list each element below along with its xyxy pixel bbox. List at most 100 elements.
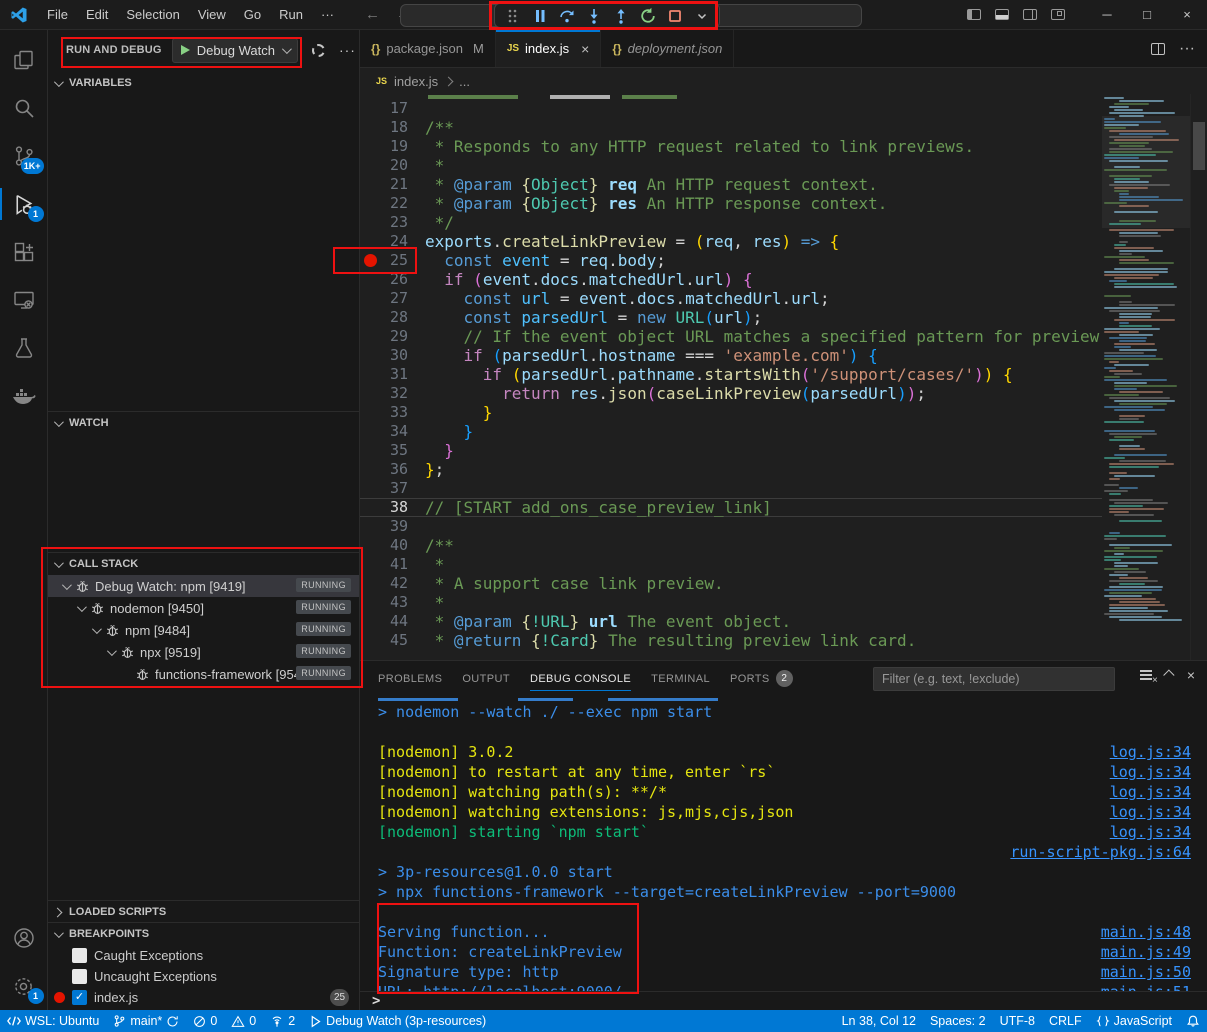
maximize-button[interactable]: □ bbox=[1127, 0, 1167, 30]
gutter[interactable]: 38 bbox=[360, 498, 425, 517]
tab-deployment-json[interactable]: {}deployment.json bbox=[601, 30, 734, 67]
launch-config-dropdown[interactable]: Debug Watch bbox=[172, 38, 298, 63]
status-0[interactable]: 0 bbox=[186, 1010, 224, 1032]
maximize-panel-icon[interactable] bbox=[1163, 669, 1174, 680]
gutter[interactable]: 18 bbox=[360, 118, 425, 137]
breakpoint-checkbox[interactable] bbox=[72, 969, 87, 984]
status-2[interactable]: 2 bbox=[263, 1010, 302, 1032]
activity-item-settings[interactable]: 1 bbox=[0, 962, 48, 1010]
close-tab-icon[interactable]: × bbox=[581, 41, 589, 57]
gutter[interactable]: 33 bbox=[360, 403, 425, 422]
panel-tab-problems[interactable]: PROBLEMS bbox=[378, 661, 442, 696]
breakpoint-row[interactable]: ✓index.js25 bbox=[48, 987, 359, 1008]
gutter[interactable]: 25 bbox=[360, 251, 425, 270]
activity-item-explorer[interactable] bbox=[0, 36, 48, 84]
tab-package-json[interactable]: {}package.jsonM bbox=[360, 30, 496, 67]
menu-view[interactable]: View bbox=[189, 0, 235, 30]
expand-chevron-icon[interactable] bbox=[107, 646, 117, 656]
breakpoints-section-header[interactable]: BREAKPOINTS bbox=[48, 923, 359, 945]
code-editor[interactable]: 1718/**19 * Responds to any HTTP request… bbox=[360, 94, 1207, 660]
panel-tab-debug-console[interactable]: DEBUG CONSOLE bbox=[530, 661, 631, 696]
gutter[interactable]: 20 bbox=[360, 156, 425, 175]
status-wsl-ubuntu[interactable]: WSL: Ubuntu bbox=[0, 1010, 106, 1032]
gutter[interactable]: 39 bbox=[360, 517, 425, 536]
gutter[interactable]: 37 bbox=[360, 479, 425, 498]
gutter[interactable]: 17 bbox=[360, 99, 425, 118]
step-out-icon[interactable] bbox=[607, 5, 634, 27]
panel-tab-output[interactable]: OUTPUT bbox=[462, 661, 510, 696]
gutter[interactable]: 36 bbox=[360, 460, 425, 479]
gutter[interactable]: 41 bbox=[360, 555, 425, 574]
activity-item-search[interactable] bbox=[0, 84, 48, 132]
editor-scrollbar[interactable] bbox=[1190, 94, 1207, 660]
status-utf-8[interactable]: UTF-8 bbox=[993, 1010, 1042, 1032]
minimize-button[interactable]: ─ bbox=[1087, 0, 1127, 30]
gear-icon[interactable] bbox=[312, 44, 325, 57]
more-actions-icon[interactable]: ··· bbox=[339, 42, 356, 58]
menu-run[interactable]: Run bbox=[270, 0, 312, 30]
toggle-panel-icon[interactable] bbox=[995, 9, 1009, 20]
scrollbar-thumb[interactable] bbox=[1193, 122, 1205, 170]
gutter[interactable]: 40 bbox=[360, 536, 425, 555]
source-link[interactable]: log.js:34 bbox=[1110, 762, 1207, 782]
call-stack-row[interactable]: functions-framework [954...RUNNING bbox=[48, 663, 359, 685]
minimap[interactable] bbox=[1102, 94, 1190, 660]
dropdown-icon[interactable] bbox=[688, 5, 715, 27]
source-link[interactable]: log.js:34 bbox=[1110, 802, 1207, 822]
gutter[interactable]: 42 bbox=[360, 574, 425, 593]
status-main[interactable]: main* bbox=[106, 1010, 186, 1032]
activity-item-extensions[interactable] bbox=[0, 228, 48, 276]
call-stack-row[interactable]: npx [9519]RUNNING bbox=[48, 641, 359, 663]
back-icon[interactable]: ← bbox=[357, 6, 388, 23]
status-javascript[interactable]: JavaScript bbox=[1089, 1010, 1179, 1032]
gutter[interactable]: 19 bbox=[360, 137, 425, 156]
gutter[interactable]: 43 bbox=[360, 593, 425, 612]
activity-item-testing[interactable] bbox=[0, 324, 48, 372]
split-editor-icon[interactable] bbox=[1151, 43, 1165, 55]
gutter[interactable]: 26 bbox=[360, 270, 425, 289]
customize-layout-icon[interactable] bbox=[1051, 9, 1065, 20]
toggle-sidebar-icon[interactable] bbox=[967, 9, 981, 20]
gutter[interactable]: 23 bbox=[360, 213, 425, 232]
call-stack-section-header[interactable]: CALL STACK bbox=[48, 553, 359, 575]
gutter[interactable]: 44 bbox=[360, 612, 425, 631]
toggle-secondary-sidebar-icon[interactable] bbox=[1023, 9, 1037, 20]
activity-item-source-control[interactable]: 1K+ bbox=[0, 132, 48, 180]
activity-item-accounts[interactable] bbox=[0, 914, 48, 962]
stop-icon[interactable] bbox=[661, 5, 688, 27]
expand-chevron-icon[interactable] bbox=[62, 580, 72, 590]
status-spaces-2[interactable]: Spaces: 2 bbox=[923, 1010, 993, 1032]
menu-[interactable]: ··· bbox=[312, 0, 343, 30]
gutter[interactable]: 27 bbox=[360, 289, 425, 308]
activity-item-run-and-debug[interactable]: 1 bbox=[0, 180, 48, 228]
call-stack-row[interactable]: nodemon [9450]RUNNING bbox=[48, 597, 359, 619]
gutter[interactable]: 34 bbox=[360, 422, 425, 441]
activity-item-remote-explorer[interactable] bbox=[0, 276, 48, 324]
tab-index-js[interactable]: JSindex.js× bbox=[496, 30, 602, 67]
source-link[interactable]: log.js:34 bbox=[1110, 822, 1207, 842]
gutter[interactable]: 28 bbox=[360, 308, 425, 327]
gutter[interactable]: 31 bbox=[360, 365, 425, 384]
step-over-icon[interactable] bbox=[553, 5, 580, 27]
breakpoint-checkbox[interactable]: ✓ bbox=[72, 990, 87, 1005]
breadcrumb[interactable]: JS index.js ... bbox=[360, 68, 1207, 94]
breakpoint-dot-icon[interactable] bbox=[364, 254, 377, 267]
expand-chevron-icon[interactable] bbox=[77, 602, 87, 612]
panel-tab-terminal[interactable]: TERMINAL bbox=[651, 661, 710, 696]
status-bell-icon[interactable] bbox=[1179, 1010, 1207, 1032]
close-button[interactable]: × bbox=[1167, 0, 1207, 30]
source-link[interactable]: run-script-pkg.js:64 bbox=[1010, 842, 1207, 862]
gutter[interactable]: 35 bbox=[360, 441, 425, 460]
start-debug-icon[interactable] bbox=[181, 45, 190, 55]
status-ln-38-col-12[interactable]: Ln 38, Col 12 bbox=[835, 1010, 923, 1032]
breakpoint-row[interactable]: Uncaught Exceptions bbox=[48, 966, 359, 987]
pause-icon[interactable] bbox=[526, 5, 553, 27]
gutter[interactable]: 24 bbox=[360, 232, 425, 251]
source-link[interactable]: log.js:34 bbox=[1110, 742, 1207, 762]
debug-console-input[interactable]: > bbox=[360, 991, 1207, 1010]
status-debug-watch-3p-resources[interactable]: Debug Watch (3p-resources) bbox=[302, 1010, 493, 1032]
menu-go[interactable]: Go bbox=[235, 0, 270, 30]
expand-chevron-icon[interactable] bbox=[92, 624, 102, 634]
source-link[interactable]: main.js:48 bbox=[1101, 922, 1207, 942]
source-link[interactable]: main.js:49 bbox=[1101, 942, 1207, 962]
